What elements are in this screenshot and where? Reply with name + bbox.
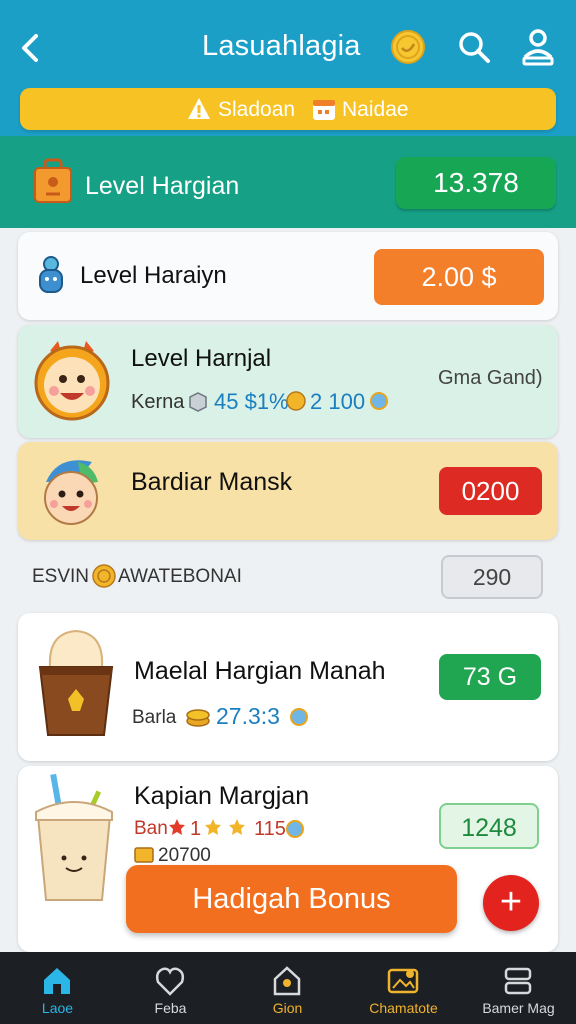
nav-item-feed[interactable]: Feba xyxy=(113,952,228,1024)
app-title: Lasuahlagia xyxy=(202,30,361,62)
bottom-nav: Laoe Feba Gion Chamatote Bamer Mag xyxy=(0,952,576,1024)
image-card-icon xyxy=(387,968,419,994)
coin-icon xyxy=(286,391,306,411)
luggage-icon xyxy=(34,158,72,203)
value-badge[interactable]: 0200 xyxy=(439,467,542,515)
product-rating-count: 115 xyxy=(254,818,286,840)
character-icon xyxy=(39,256,63,293)
card-meta-value-secondary: 2 100 xyxy=(310,389,366,414)
gem-icon xyxy=(290,708,308,726)
product-title: Maelal Hargian Manah xyxy=(134,657,386,685)
alert-text-secondary: Naidae xyxy=(342,98,409,121)
level-banner: Level Hargian 13.378 xyxy=(0,136,576,228)
nav-label: Bamer Mag xyxy=(482,1000,555,1016)
star-icon xyxy=(205,819,221,835)
add-button[interactable]: + xyxy=(483,875,539,931)
card-meta-label: Kerna xyxy=(131,391,185,413)
nav-item-chamatote[interactable]: Chamatote xyxy=(346,952,461,1024)
gem-icon xyxy=(370,392,388,410)
nav-label: Feba xyxy=(154,1000,187,1016)
app-header: Lasuahlagia Sladoan Naidae xyxy=(0,0,576,136)
profile-icon[interactable] xyxy=(519,27,557,67)
banner-value-button[interactable]: 13.378 xyxy=(396,157,556,209)
card-title: Level Harnjal xyxy=(131,345,272,372)
back-arrow-icon[interactable] xyxy=(14,30,50,66)
star-icon xyxy=(169,819,185,835)
level-card-featured[interactable]: Level Harnjal Kerna 45 $1% 2 100 Gma Gan… xyxy=(18,325,558,438)
alert-bar[interactable]: Sladoan Naidae xyxy=(20,88,556,130)
milkshake-icon xyxy=(35,773,113,901)
price-badge[interactable]: 2.00 $ xyxy=(374,249,544,305)
nav-item-gion[interactable]: Gion xyxy=(230,952,345,1024)
product-rating-value: 1 xyxy=(190,818,202,840)
product-meta-value: 27.3:3 xyxy=(216,703,280,729)
coin-icon xyxy=(391,30,425,64)
home-icon xyxy=(44,968,70,994)
nav-item-banner[interactable]: Bamer Mag xyxy=(461,952,576,1024)
dessert-cup-icon xyxy=(38,629,114,736)
product-price-badge[interactable]: 73 G xyxy=(439,654,541,700)
coin-box-icon xyxy=(134,847,154,863)
card-title: Bardiar Mansk xyxy=(131,468,293,496)
product-meta-label: Barla xyxy=(132,707,177,728)
mascot-elf-icon xyxy=(44,460,98,525)
product-sub-value: 20700 xyxy=(158,845,211,866)
card-meta-value: 45 $1% xyxy=(214,389,289,414)
nav-label: Gion xyxy=(272,1000,303,1016)
mascot-avatar-icon xyxy=(34,341,110,421)
calendar-icon xyxy=(313,100,335,120)
product-price-badge[interactable]: 1248 xyxy=(439,803,539,849)
hadigah-bonus-button[interactable]: Hadigah Bonus xyxy=(126,865,457,933)
nav-label: Laoe xyxy=(41,1000,74,1016)
card-title: Level Haraiyn xyxy=(80,262,227,289)
star-icon xyxy=(229,819,245,835)
gem-icon xyxy=(286,820,304,838)
cube-icon xyxy=(189,392,207,412)
stack-icon xyxy=(504,967,532,995)
product-title: Kapian Margjan xyxy=(134,782,310,810)
card-side-text[interactable]: Gma Gand) xyxy=(438,367,542,390)
bonus-card[interactable]: Bardiar Mansk 0200 xyxy=(18,442,558,540)
heart-shield-icon xyxy=(155,967,185,996)
coin-stack-icon xyxy=(186,709,210,727)
section-value-button[interactable]: 290 xyxy=(441,555,543,599)
gift-house-icon xyxy=(273,966,301,996)
nav-item-home[interactable]: Laoe xyxy=(0,952,115,1024)
product-card[interactable]: Maelal Hargian Manah Barla 27.3:3 73 G xyxy=(18,613,558,761)
banner-label: Level Hargian xyxy=(85,172,240,200)
search-icon[interactable] xyxy=(455,28,493,66)
section-label: ESVIN xyxy=(32,566,90,587)
product-meta-label: Ban xyxy=(134,818,168,839)
coin-icon xyxy=(92,564,116,588)
alert-text: Sladoan xyxy=(218,98,296,121)
nav-label: Chamatote xyxy=(369,1000,438,1016)
warning-icon xyxy=(188,98,210,119)
section-label-secondary: AWATEBONAI xyxy=(118,566,242,587)
level-card[interactable]: Level Haraiyn 2.00 $ xyxy=(18,232,558,320)
